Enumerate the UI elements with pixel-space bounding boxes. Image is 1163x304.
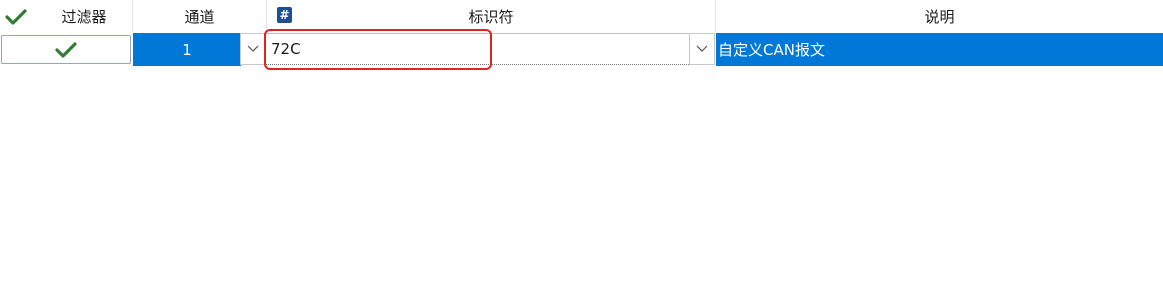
column-header-description[interactable]: 说明 [716, 0, 1163, 33]
hash-icon: # [277, 7, 292, 23]
table-row[interactable]: 1 72C 自定义CAN报文 [0, 33, 1163, 66]
description-cell[interactable]: 自定义CAN报文 [716, 33, 1163, 66]
chevron-down-icon [696, 45, 708, 52]
column-header-filter-label: 过滤器 [61, 8, 107, 26]
checkmark-icon [5, 8, 27, 25]
channel-dropdown-button[interactable] [240, 33, 266, 65]
identifier-input[interactable]: 72C [266, 33, 689, 65]
column-header-channel[interactable]: 通道 [133, 0, 267, 33]
column-header-identifier[interactable]: # 标识符 [267, 0, 716, 33]
column-header-filter[interactable]: 过滤器 [36, 0, 133, 33]
identifier-dropdown-button[interactable] [689, 33, 715, 65]
column-header-description-label: 说明 [924, 8, 955, 26]
chevron-down-icon [247, 45, 259, 52]
checkmark-icon [55, 41, 77, 58]
column-header-identifier-label: 标识符 [468, 8, 514, 26]
description-value: 自定义CAN报文 [718, 41, 825, 59]
column-header-channel-label: 通道 [184, 8, 215, 26]
grid-header: 过滤器 通道 # 标识符 说明 [0, 0, 1163, 34]
identifier-value: 72C [271, 40, 301, 58]
filter-enabled-checkbox[interactable] [1, 35, 131, 64]
header-select-all[interactable] [0, 0, 36, 33]
channel-value: 1 [182, 40, 192, 59]
channel-cell[interactable]: 1 [133, 33, 241, 66]
